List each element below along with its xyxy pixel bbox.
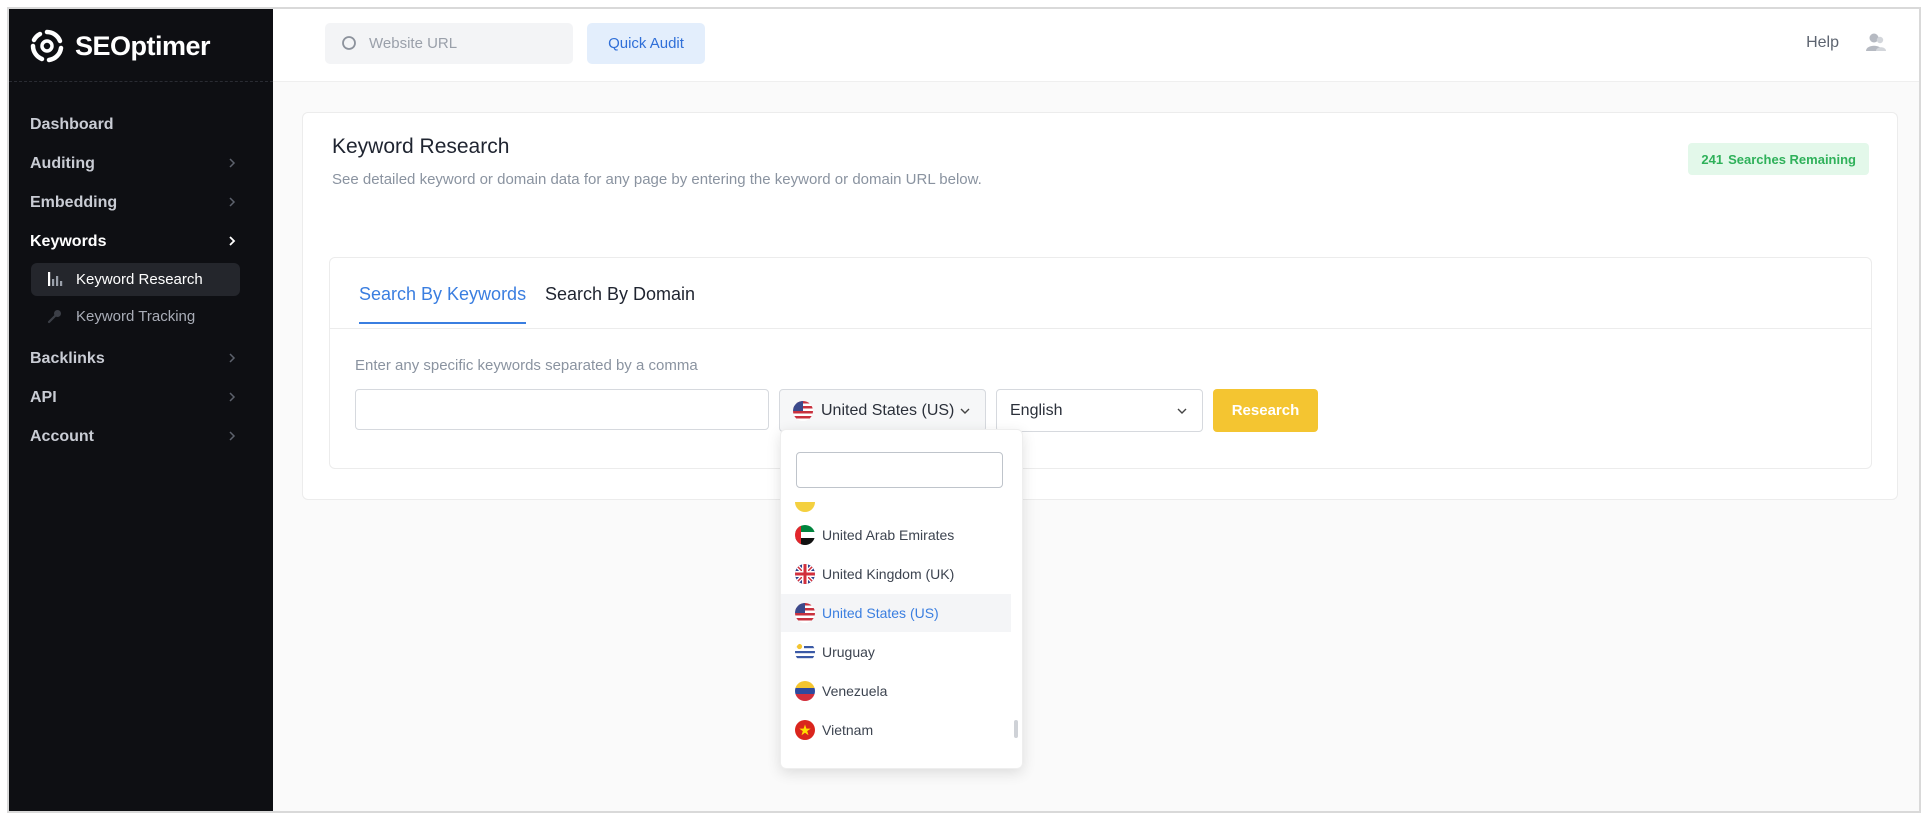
chevron-right-icon xyxy=(229,158,236,168)
language-select-value: English xyxy=(1010,401,1063,419)
chevron-down-icon xyxy=(960,408,970,414)
country-option-vietnam[interactable]: Vietnam xyxy=(781,711,1011,749)
seoptimer-logo-icon xyxy=(30,29,64,63)
sidebar-item-label: Dashboard xyxy=(30,115,114,133)
country-option-united-states[interactable]: United States (US) xyxy=(781,594,1011,632)
sidebar-subitem-keyword-tracking[interactable]: Keyword Tracking xyxy=(31,300,240,333)
sidebar-item-label: API xyxy=(30,388,57,406)
sidebar-divider xyxy=(9,81,273,82)
country-options-list[interactable]: United Arab Emirates United Kingdom (UK)… xyxy=(781,502,1011,758)
page-title: Keyword Research xyxy=(332,135,510,158)
uk-flag-icon xyxy=(795,564,815,584)
keywords-input[interactable] xyxy=(355,389,769,430)
sidebar-subitem-label: Keyword Research xyxy=(76,271,203,288)
chevron-right-icon xyxy=(229,197,236,207)
sidebar-item-backlinks[interactable]: Backlinks xyxy=(9,339,273,378)
sidebar: SEOptimer Dashboard Auditing Embedding K… xyxy=(9,9,273,811)
bar-chart-icon xyxy=(48,272,63,286)
sidebar-item-label: Keywords xyxy=(30,232,107,250)
country-option-label: United Kingdom (UK) xyxy=(822,566,955,582)
chevron-right-icon xyxy=(229,392,236,402)
key-icon xyxy=(47,310,61,324)
dropdown-scrollbar-thumb[interactable] xyxy=(1014,720,1018,738)
chevron-right-icon xyxy=(229,353,236,363)
searches-remaining-badge: 241 Searches Remaining xyxy=(1688,143,1869,175)
website-url-field[interactable] xyxy=(325,23,573,64)
sidebar-subitem-label: Keyword Tracking xyxy=(76,308,196,325)
searches-remaining-label: Searches Remaining xyxy=(1728,151,1856,167)
brand-name: SEOptimer xyxy=(75,30,211,61)
sidebar-subitem-keyword-research[interactable]: Keyword Research xyxy=(31,263,240,296)
search-tabs: Search By Keywords Search By Domain xyxy=(330,258,1871,329)
logo[interactable]: SEOptimer xyxy=(27,23,211,69)
sidebar-item-auditing[interactable]: Auditing xyxy=(9,144,273,183)
sidebar-item-embedding[interactable]: Embedding xyxy=(9,183,273,222)
country-option-venezuela[interactable]: Venezuela xyxy=(781,672,1011,710)
sidebar-item-label: Embedding xyxy=(30,193,118,211)
sidebar-item-dashboard[interactable]: Dashboard xyxy=(9,105,273,144)
keywords-hint: Enter any specific keywords separated by… xyxy=(355,357,698,374)
sidebar-item-keywords[interactable]: Keywords xyxy=(9,222,273,261)
country-dropdown: United Arab Emirates United Kingdom (UK)… xyxy=(780,429,1023,769)
sidebar-item-label: Backlinks xyxy=(30,349,105,367)
tab-search-by-keywords[interactable]: Search By Keywords xyxy=(359,284,527,324)
keyword-research-card: Keyword Research See detailed keyword or… xyxy=(302,112,1898,500)
partial-flag-icon xyxy=(795,502,815,512)
quick-audit-button[interactable]: Quick Audit xyxy=(587,23,705,64)
app-window: SEOptimer Dashboard Auditing Embedding K… xyxy=(7,7,1921,813)
help-link[interactable]: Help xyxy=(1806,34,1839,52)
country-select[interactable]: United States (US) xyxy=(779,389,986,432)
search-icon xyxy=(342,36,356,50)
country-option-united-kingdom[interactable]: United Kingdom (UK) xyxy=(781,555,1011,593)
uae-flag-icon xyxy=(795,525,815,545)
country-option-label: Uruguay xyxy=(822,644,875,660)
sidebar-item-api[interactable]: API xyxy=(9,378,273,417)
country-option-united-arab-emirates[interactable]: United Arab Emirates xyxy=(781,516,1011,554)
vietnam-flag-icon xyxy=(795,720,815,740)
us-flag-icon xyxy=(793,400,813,421)
page-subtitle: See detailed keyword or domain data for … xyxy=(332,171,982,188)
uruguay-flag-icon xyxy=(795,642,815,662)
country-option-label: Venezuela xyxy=(822,683,888,699)
research-button[interactable]: Research xyxy=(1213,389,1318,432)
sidebar-item-label: Auditing xyxy=(30,154,95,172)
country-option-label: United States (US) xyxy=(822,605,939,621)
venezuela-flag-icon xyxy=(795,681,815,701)
language-select[interactable]: English xyxy=(996,389,1203,432)
chevron-down-icon xyxy=(1177,408,1187,414)
tab-search-by-domain[interactable]: Search By Domain xyxy=(545,284,695,322)
country-select-value: United States (US) xyxy=(821,401,955,419)
country-option-uruguay[interactable]: Uruguay xyxy=(781,633,1011,671)
us-flag-icon xyxy=(795,603,815,623)
searches-remaining-count: 241 xyxy=(1701,151,1724,167)
user-account-icon[interactable] xyxy=(1865,31,1887,53)
sidebar-nav: Dashboard Auditing Embedding Keywords Ke… xyxy=(9,105,273,456)
country-option-label: United Arab Emirates xyxy=(822,527,955,543)
sidebar-item-label: Account xyxy=(30,427,94,445)
website-url-input[interactable] xyxy=(367,34,561,53)
search-panel: Search By Keywords Search By Domain Ente… xyxy=(329,257,1872,469)
country-search-input[interactable] xyxy=(796,452,1003,488)
sidebar-item-account[interactable]: Account xyxy=(9,417,273,456)
chevron-right-icon xyxy=(229,431,236,441)
chevron-right-icon xyxy=(229,236,236,246)
top-bar: Quick Audit Help xyxy=(273,9,1919,82)
country-option-label: Vietnam xyxy=(822,722,874,738)
